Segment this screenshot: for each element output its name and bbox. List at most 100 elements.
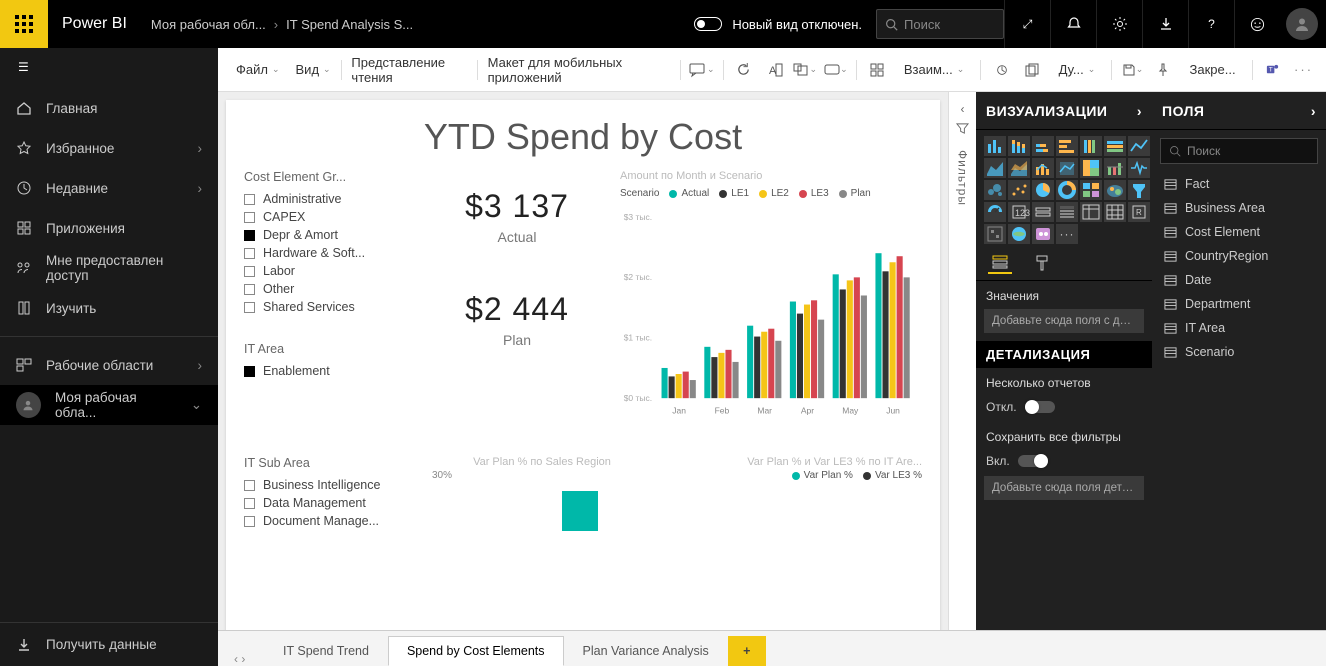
- fields-tab[interactable]: [988, 252, 1012, 274]
- viz-type-icon[interactable]: [1008, 180, 1030, 200]
- slicer-item[interactable]: CAPEX: [244, 208, 414, 226]
- viz-type-icon[interactable]: [984, 202, 1006, 222]
- chart-var-plan-region[interactable]: Var Plan % по Sales Region 30%: [432, 456, 652, 534]
- feedback-icon[interactable]: [1234, 0, 1280, 48]
- slicer-item[interactable]: Business Intelligence: [244, 476, 414, 494]
- viz-type-icon[interactable]: ···: [1056, 224, 1078, 244]
- nav-get-data[interactable]: Получить данные: [0, 622, 218, 666]
- viz-type-icon[interactable]: [1104, 180, 1126, 200]
- nav-book[interactable]: Изучить: [0, 288, 218, 328]
- cross-report-toggle[interactable]: Откл.: [976, 396, 1152, 422]
- visualization-gallery[interactable]: 123 R ···: [976, 130, 1152, 248]
- viz-type-icon[interactable]: [1008, 136, 1030, 156]
- slicer-it-area[interactable]: IT Area Enablement: [244, 342, 414, 380]
- slicer-item[interactable]: Document Manage...: [244, 512, 414, 530]
- viz-type-icon[interactable]: [1128, 136, 1150, 156]
- viz-type-icon[interactable]: [1056, 158, 1078, 178]
- nav-my-workspace[interactable]: Моя рабочая обла... ⌄: [0, 385, 218, 425]
- nav-share[interactable]: Мне предоставлен доступ: [0, 248, 218, 288]
- notifications-icon[interactable]: [1050, 0, 1096, 48]
- nav-home[interactable]: Главная: [0, 88, 218, 128]
- viz-type-icon[interactable]: [1032, 158, 1054, 178]
- nav-toggle[interactable]: ☰: [0, 48, 218, 88]
- keep-filters-toggle[interactable]: Вкл.: [976, 450, 1152, 476]
- format-tab[interactable]: [1030, 252, 1054, 274]
- field-table[interactable]: Date: [1152, 268, 1326, 292]
- drillthrough-well[interactable]: Добавьте сюда поля дета...: [984, 476, 1144, 500]
- viz-type-icon[interactable]: [984, 136, 1006, 156]
- ribbon-menu[interactable]: Файл⌄: [228, 62, 288, 77]
- nav-clock[interactable]: Недавние›: [0, 168, 218, 208]
- field-table[interactable]: IT Area: [1152, 316, 1326, 340]
- nav-workspaces[interactable]: Рабочие области ›: [0, 345, 218, 385]
- viz-type-icon[interactable]: [1080, 136, 1102, 156]
- viz-type-icon[interactable]: [1008, 158, 1030, 178]
- global-search[interactable]: Поиск: [876, 9, 1004, 39]
- viz-type-icon[interactable]: 123: [1008, 202, 1030, 222]
- viz-type-icon[interactable]: R: [1128, 202, 1150, 222]
- app-launcher[interactable]: [0, 0, 48, 48]
- user-avatar[interactable]: [1286, 8, 1318, 40]
- viz-type-icon[interactable]: [1056, 202, 1078, 222]
- ribbon-pin-menu[interactable]: Закре...: [1182, 62, 1244, 77]
- slicer-cost-element[interactable]: Cost Element Gr... AdministrativeCAPEXDe…: [244, 170, 414, 316]
- breadcrumb-item[interactable]: IT Spend Analysis S...: [286, 17, 413, 32]
- ribbon-menu[interactable]: Макет для мобильных приложений: [480, 55, 673, 85]
- viz-type-icon[interactable]: [1032, 136, 1054, 156]
- nav-apps[interactable]: Приложения: [0, 208, 218, 248]
- teams-icon[interactable]: T: [1260, 56, 1285, 84]
- viz-type-icon[interactable]: [1056, 180, 1078, 200]
- settings-icon[interactable]: [1096, 0, 1142, 48]
- pin-icon[interactable]: [1151, 56, 1176, 84]
- slicer-item[interactable]: Shared Services: [244, 298, 414, 316]
- help-icon[interactable]: ?: [1188, 0, 1234, 48]
- grid-icon[interactable]: [865, 56, 890, 84]
- viz-type-icon[interactable]: [984, 180, 1006, 200]
- new-look-toggle[interactable]: [694, 17, 722, 31]
- values-well[interactable]: Добавьте сюда поля с дан...: [984, 309, 1144, 333]
- page-tab[interactable]: Plan Variance Analysis: [564, 636, 728, 666]
- viz-type-icon[interactable]: [1056, 136, 1078, 156]
- tab-nav-arrows[interactable]: ‹ ›: [228, 652, 264, 666]
- reset-icon[interactable]: [989, 56, 1014, 84]
- field-table[interactable]: CountryRegion: [1152, 244, 1326, 268]
- viz-type-icon[interactable]: [1032, 180, 1054, 200]
- slicer-item[interactable]: Data Management: [244, 494, 414, 512]
- field-table[interactable]: Fact: [1152, 172, 1326, 196]
- slicer-item[interactable]: Enablement: [244, 362, 414, 380]
- refresh-icon[interactable]: [731, 56, 756, 84]
- save-icon[interactable]: ⌄: [1120, 56, 1145, 84]
- download-icon[interactable]: [1142, 0, 1188, 48]
- slicer-item[interactable]: Labor: [244, 262, 414, 280]
- viz-type-icon[interactable]: [1104, 136, 1126, 156]
- field-table[interactable]: Department: [1152, 292, 1326, 316]
- breadcrumb-item[interactable]: Моя рабочая обл...: [151, 17, 266, 32]
- comment-icon[interactable]: ⌄: [689, 56, 715, 84]
- nav-star[interactable]: Избранное›: [0, 128, 218, 168]
- viz-type-icon[interactable]: [1080, 202, 1102, 222]
- viz-type-icon[interactable]: [1128, 180, 1150, 200]
- textbox-icon[interactable]: A: [762, 56, 787, 84]
- viz-type-icon[interactable]: [984, 224, 1006, 244]
- shapes-icon[interactable]: ⌄: [793, 56, 818, 84]
- viz-type-icon[interactable]: [1032, 202, 1054, 222]
- field-table[interactable]: Business Area: [1152, 196, 1326, 220]
- chart-var-plan-le3[interactable]: Var Plan % и Var LE3 % по IT Are... Var …: [670, 456, 922, 534]
- field-table[interactable]: Cost Element: [1152, 220, 1326, 244]
- page-tab[interactable]: Spend by Cost Elements: [388, 636, 564, 666]
- viz-type-icon[interactable]: [1008, 224, 1030, 244]
- more-icon[interactable]: ···: [1291, 56, 1316, 84]
- add-page-tab[interactable]: +: [728, 636, 766, 666]
- viz-type-icon[interactable]: [1128, 158, 1150, 178]
- ribbon-interactions[interactable]: Взаим...⌄: [896, 62, 972, 77]
- ribbon-duplicate-menu[interactable]: Ду...⌄: [1051, 62, 1104, 77]
- viz-type-icon[interactable]: [1080, 158, 1102, 178]
- slicer-item[interactable]: Administrative: [244, 190, 414, 208]
- field-table[interactable]: Scenario: [1152, 340, 1326, 364]
- fields-search[interactable]: Поиск: [1160, 138, 1318, 164]
- fullscreen-icon[interactable]: ⤢: [1004, 0, 1050, 48]
- ribbon-menu[interactable]: Вид⌄: [288, 62, 339, 77]
- ribbon-menu[interactable]: Представление чтения: [343, 55, 474, 85]
- page-tab[interactable]: IT Spend Trend: [264, 636, 388, 666]
- slicer-it-sub-area[interactable]: IT Sub Area Business IntelligenceData Ma…: [244, 456, 414, 534]
